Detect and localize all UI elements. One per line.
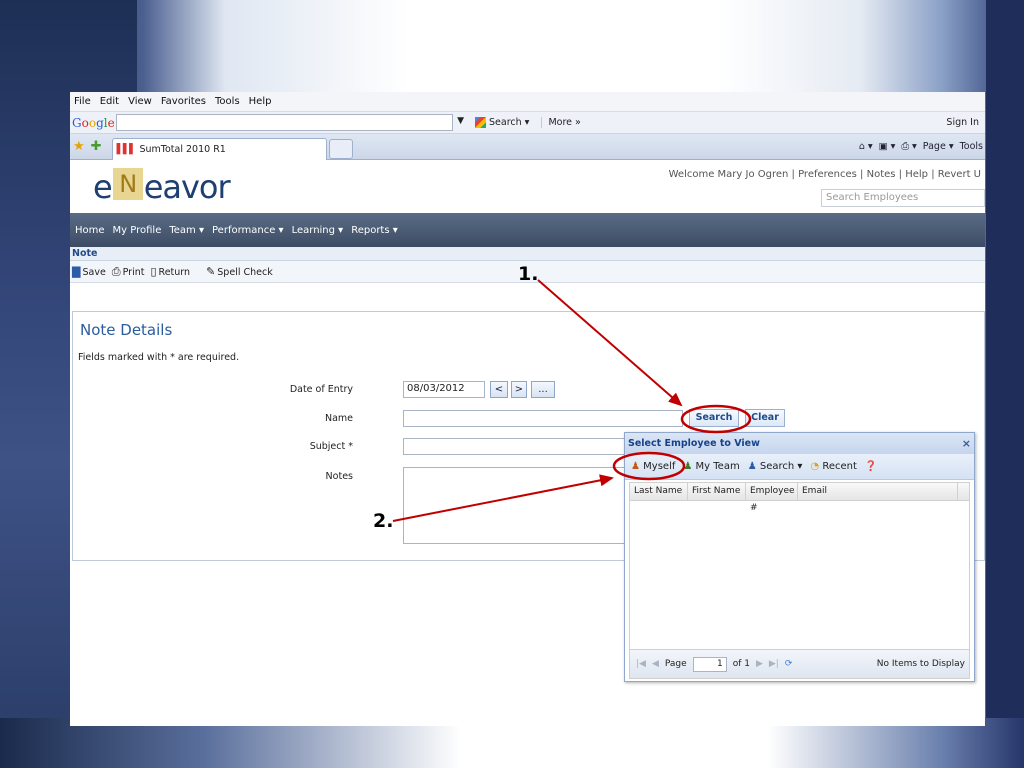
page-number-input[interactable]: 1: [692, 656, 727, 672]
tools-menu[interactable]: Tools: [960, 141, 983, 152]
logo-emblem: N: [112, 168, 143, 200]
dialog-title: Select Employee to View ×: [625, 433, 974, 454]
column-employee-number[interactable]: Employee #: [746, 483, 798, 513]
dialog-toolbar: ♟ Myself ♟ My Team ♟ Search ▾ ◔ Recent ❓: [625, 454, 974, 480]
nav-team[interactable]: Team ▾: [169, 225, 204, 236]
page-icon: ▯: [150, 265, 157, 278]
google-sign-in-link[interactable]: Sign In: [946, 117, 979, 128]
add-favorite-icon[interactable]: ✚: [91, 139, 102, 154]
page-count: of 1: [732, 659, 750, 669]
welcome-links[interactable]: Welcome Mary Jo Ogren | Preferences | No…: [669, 169, 981, 180]
select-employee-dialog: Select Employee to View × ♟ Myself ♟ My T…: [624, 432, 975, 682]
menu-favorites[interactable]: Favorites: [161, 96, 206, 107]
google-more-button[interactable]: More »: [541, 117, 581, 128]
new-tab-button[interactable]: [328, 138, 353, 159]
clear-button[interactable]: Clear: [745, 409, 785, 427]
notes-textarea[interactable]: [403, 467, 628, 544]
first-page-icon[interactable]: |◀: [636, 659, 646, 669]
prev-page-icon[interactable]: ◀: [652, 659, 659, 669]
google-logo: Google: [72, 115, 115, 130]
team-icon: ♟: [683, 461, 693, 472]
printer-icon: ⎙: [111, 264, 121, 278]
browser-tab-active[interactable]: ▌▌▌ SumTotal 2010 R1: [111, 137, 327, 160]
date-of-entry-field[interactable]: 08/03/2012: [403, 381, 485, 398]
return-button[interactable]: ▯ Return: [150, 265, 190, 278]
save-icon: ▇: [72, 265, 81, 278]
sumtotal-icon: ▌▌▌: [116, 143, 137, 155]
last-page-icon[interactable]: ▶|: [769, 659, 779, 669]
my-team-button[interactable]: ♟ My Team: [683, 461, 739, 472]
google-search-input[interactable]: ▼: [116, 114, 464, 131]
nav-reports[interactable]: Reports ▾: [351, 225, 398, 236]
date-prev-button[interactable]: <: [490, 381, 508, 398]
subject-field[interactable]: [403, 438, 628, 455]
page-label: Page: [664, 659, 687, 669]
search-button[interactable]: Search: [689, 409, 739, 427]
search-person-icon: ♟: [747, 461, 757, 472]
print-icon[interactable]: ⎙ ▾: [901, 141, 916, 152]
favorites-star-icon[interactable]: ★: [73, 139, 85, 154]
refresh-icon[interactable]: ⟳: [785, 659, 793, 669]
person-icon: ♟: [631, 461, 640, 472]
search-dropdown-button[interactable]: ♟ Search ▾: [748, 461, 803, 472]
recent-button[interactable]: ◔ Recent: [810, 461, 856, 472]
help-icon[interactable]: ❓: [865, 461, 877, 472]
myself-button[interactable]: ♟ Myself: [631, 461, 675, 472]
feeds-icon[interactable]: ▣ ▾: [879, 141, 896, 152]
app-header: e Neavor Welcome Mary Jo Ogren | Preferen…: [70, 160, 985, 213]
menu-tools[interactable]: Tools: [215, 96, 240, 107]
spell-check-button[interactable]: ✎ Spell Check: [206, 265, 273, 278]
spell-check-icon: ✎: [206, 265, 216, 278]
chevron-down-icon[interactable]: ▼: [457, 116, 464, 126]
section-heading: Note Details: [80, 321, 173, 339]
name-field[interactable]: [403, 410, 683, 427]
endeavor-logo: e Neavor: [93, 168, 231, 206]
grid-pager: |◀ ◀ Page 1 of 1 ▶ ▶| ⟳ No Items to Disp…: [629, 649, 970, 679]
nav-my-profile[interactable]: My Profile: [113, 225, 162, 236]
date-next-button[interactable]: >: [511, 381, 527, 398]
subject-label: Subject *: [309, 441, 353, 452]
pager-status: No Items to Display: [876, 659, 965, 669]
page-menu[interactable]: Page ▾: [923, 141, 954, 152]
date-of-entry-label: Date of Entry: [289, 384, 353, 395]
date-picker-button[interactable]: ...: [531, 381, 555, 398]
column-email[interactable]: Email: [798, 483, 958, 500]
browser-window: File Edit View Favorites Tools Help Goog…: [70, 92, 985, 726]
save-button[interactable]: ▇ Save: [72, 265, 106, 278]
nav-learning[interactable]: Learning ▾: [292, 225, 344, 236]
command-bar: ⌂ ▾ ▣ ▾ ⎙ ▾ Page ▾ Tools: [859, 141, 983, 152]
menu-edit[interactable]: Edit: [100, 96, 119, 107]
browser-menu-bar: File Edit View Favorites Tools Help: [70, 92, 985, 112]
close-icon[interactable]: ×: [962, 433, 971, 454]
google-search-label: Search ▾: [489, 117, 530, 128]
home-icon[interactable]: ⌂ ▾: [859, 141, 873, 152]
employee-grid-header: Last Name First Name Employee # Email: [629, 482, 970, 513]
google-icon: [475, 117, 486, 128]
menu-view[interactable]: View: [128, 96, 152, 107]
google-toolbar: Google ▼ Search ▾ More » Sign In: [70, 112, 985, 134]
notes-label: Notes: [325, 471, 353, 482]
search-employees-input[interactable]: Search Employees: [821, 189, 985, 207]
slide-right-band: [986, 0, 1024, 768]
nav-performance[interactable]: Performance ▾: [212, 225, 284, 236]
print-button[interactable]: ⎙ Print: [112, 265, 145, 279]
tab-title: SumTotal 2010 R1: [139, 143, 226, 155]
next-page-icon[interactable]: ▶: [756, 659, 763, 669]
menu-help[interactable]: Help: [249, 96, 272, 107]
annotation-step-2: 2.: [373, 510, 394, 532]
name-label: Name: [324, 413, 353, 424]
browser-tabs-bar: ★ ✚ ▌▌▌ SumTotal 2010 R1 ⌂ ▾ ▣ ▾ ⎙ ▾ Pag…: [70, 134, 985, 160]
page-title: Note: [70, 247, 985, 261]
annotation-step-1: 1.: [518, 263, 539, 285]
menu-file[interactable]: File: [74, 96, 91, 107]
employee-grid-body: [629, 501, 970, 649]
main-nav: Home My Profile Team ▾ Performance ▾ Lea…: [70, 213, 985, 247]
column-last-name[interactable]: Last Name: [630, 483, 688, 500]
required-fields-note: Fields marked with * are required.: [78, 352, 240, 363]
nav-home[interactable]: Home: [75, 225, 105, 236]
column-first-name[interactable]: First Name: [688, 483, 746, 500]
recent-icon: ◔: [810, 461, 820, 472]
google-search-button[interactable]: Search ▾: [475, 117, 529, 128]
